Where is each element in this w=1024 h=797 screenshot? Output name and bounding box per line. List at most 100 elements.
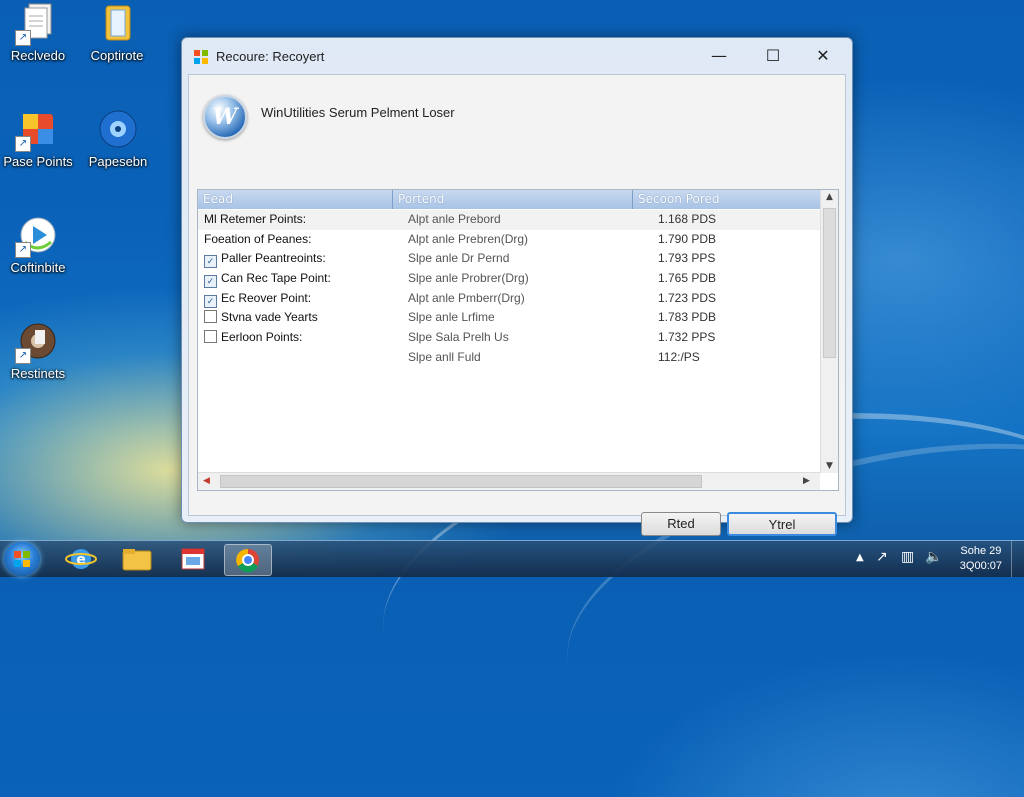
secondary-button[interactable]: Rted [641, 512, 721, 536]
vertical-scrollbar[interactable]: ▲ ▼ [820, 190, 838, 473]
taskbar-app-window[interactable] [170, 544, 216, 574]
minimize-button[interactable]: — [702, 44, 736, 68]
app-window: Recoure: Recoyert — ☐ ✕ W WinUtilities S… [181, 37, 853, 536]
row-name: Eerloon Points: [221, 330, 303, 345]
close-button[interactable]: ✕ [806, 44, 840, 68]
row-name: Ml Retemer Points: [204, 212, 307, 226]
shortcut-arrow-icon: ↗ [15, 348, 31, 364]
app-window-icon [194, 49, 208, 64]
vertical-scroll-thumb[interactable] [823, 208, 836, 358]
shortcut-arrow-icon: ↗ [15, 30, 31, 46]
document-icon: ↗ [15, 2, 59, 46]
clock-date: 3Q00:07 [959, 560, 1002, 572]
taskbar-file-explorer[interactable] [114, 544, 160, 574]
row-size: 112:/PS [658, 349, 700, 364]
column-header-type[interactable]: Portend [393, 190, 633, 209]
desktop-icon-pase-points[interactable]: ↗ Pase Points [0, 108, 78, 169]
desktop-icon-reclvedo[interactable]: ↗ Reclvedo [0, 2, 78, 63]
globe-disc-icon [97, 108, 139, 150]
row-size: 1.168 PDS [658, 212, 717, 226]
checkbox[interactable] [204, 330, 217, 344]
checkbox[interactable]: ✓ [204, 255, 217, 269]
chevron-up-icon[interactable]: ▲ [856, 552, 864, 563]
row-name-cell: ✓ Paller Peantreoints: [204, 249, 326, 269]
row-name: Ec Reover Point: [221, 290, 312, 305]
app-window-icon [181, 548, 205, 570]
network-icon[interactable]: ▥ [901, 549, 914, 565]
app-header: W WinUtilities Serum Pelment Loser [201, 87, 833, 139]
start-button[interactable] [4, 542, 40, 576]
desktop-icon-label: Reclvedo [10, 48, 66, 63]
scroll-left-arrow-icon[interactable]: ◀ [198, 476, 215, 486]
row-type: Alpt anle Pmberr(Drg) [408, 290, 525, 305]
table-row[interactable]: ✓ Ec Reover Point: Alpt anle Pmberr(Drg) … [198, 289, 820, 309]
desktop-icon-label: Restinets [10, 366, 66, 381]
table-row[interactable]: Ml Retemer Points: Alpt anle Prebord 1.1… [198, 210, 820, 230]
row-name-cell: Stvna vade Yearts [204, 308, 318, 328]
shortcut-arrow-icon: ↗ [15, 136, 31, 152]
desktop-icon-coftinbite[interactable]: ↗ Coftinbite [0, 214, 78, 275]
clock-time: Sohe 29 [960, 545, 1002, 557]
window-client-area: W WinUtilities Serum Pelment Loser Eead … [188, 74, 846, 536]
taskbar-chrome[interactable] [224, 544, 272, 576]
checkbox[interactable]: ✓ [204, 275, 217, 289]
shortcut-arrow-icon: ↗ [15, 242, 31, 258]
table-row[interactable]: Foeation of Peanes: Alpt anle Prebren(Dr… [198, 230, 820, 250]
window-title: Recoure: Recoyert [216, 49, 325, 64]
folder-icon [122, 549, 152, 571]
colorful-app-icon: ↗ [15, 108, 59, 152]
cursor-icon[interactable]: ↗ [876, 549, 888, 565]
horizontal-scrollbar[interactable]: ◀ ▶ [198, 472, 820, 490]
row-size: 1.765 PDB [658, 271, 717, 286]
row-type: Slpe anle Lrfime [408, 310, 495, 325]
maximize-button[interactable]: ☐ [756, 44, 790, 68]
desktop-icon-papesebn[interactable]: Papesebn [78, 108, 158, 169]
primary-button[interactable]: Ytrel [727, 512, 837, 536]
checkbox[interactable]: ✓ [204, 294, 217, 308]
row-name-cell: Eerloon Points: [204, 328, 302, 348]
app-logo-icon: W [203, 95, 247, 139]
row-name: Foeation of Peanes: [204, 231, 312, 246]
row-name: Paller Peantreoints: [221, 251, 326, 266]
row-type: Slpe Sala Prelh Us [408, 330, 509, 345]
table-row[interactable]: Slpe anll Fuld 112:/PS [198, 348, 820, 368]
restore-points-list[interactable]: Eead Portend Secoon Pored Ml Retemer Poi… [197, 189, 839, 491]
list-rows: Ml Retemer Points: Alpt anle Prebord 1.1… [198, 210, 820, 368]
desktop-icon-coptirote[interactable]: Coptirote [77, 2, 157, 63]
table-row[interactable]: ✓ Paller Peantreoints: Slpe anle Dr Pernd… [198, 249, 820, 269]
row-name-cell: ✓ Ec Reover Point: [204, 289, 311, 309]
column-header-name[interactable]: Eead [198, 190, 393, 209]
title-bar[interactable]: Recoure: Recoyert — ☐ ✕ [182, 38, 852, 74]
row-size: 1.790 PDB [658, 231, 717, 246]
table-row[interactable]: Eerloon Points: Slpe Sala Prelh Us 1.732… [198, 328, 820, 348]
volume-icon[interactable]: 🔈 [925, 549, 942, 565]
row-type: Slpe anle Dr Pernd [408, 251, 510, 266]
scroll-down-arrow-icon[interactable]: ▼ [821, 461, 838, 471]
scroll-up-arrow-icon[interactable]: ▲ [821, 192, 838, 202]
column-header-size[interactable]: Secoon Pored [633, 190, 820, 209]
media-player-icon: ↗ [15, 214, 59, 258]
system-clock[interactable]: Sohe 29 3Q00:07 [960, 544, 1002, 574]
row-name: Can Rec Tape Point: [221, 271, 331, 286]
row-size: 1.793 PPS [658, 251, 716, 266]
table-row[interactable]: ✓ Can Rec Tape Point: Slpe anle Probrer(D… [198, 269, 820, 289]
row-type: Alpt anle Prebren(Drg) [408, 231, 529, 246]
row-type: Slpe anll Fuld [408, 349, 481, 364]
desktop-icon-restinets[interactable]: ↗ Restinets [0, 320, 78, 381]
windows-logo-icon [14, 551, 30, 567]
taskbar: e ▲ ↗ ▥ 🔈 Sohe 29 3Q00:07 [0, 540, 1024, 577]
show-desktop-button[interactable] [1011, 541, 1024, 577]
checkbox[interactable] [204, 310, 217, 324]
desktop-icon-label: Pase Points [3, 154, 73, 169]
horizontal-scroll-thumb[interactable] [220, 475, 702, 488]
chrome-icon [236, 548, 259, 573]
taskbar-internet-explorer[interactable]: e [58, 544, 104, 574]
desktop-icon-label: Coptirote [90, 48, 144, 63]
scroll-right-arrow-icon[interactable]: ▶ [798, 476, 815, 486]
app-title: WinUtilities Serum Pelment Loser [261, 105, 455, 120]
row-type: Slpe anle Probrer(Drg) [408, 271, 529, 286]
row-size: 1.732 PPS [658, 330, 716, 345]
row-size: 1.723 PDS [658, 290, 717, 305]
table-row[interactable]: Stvna vade Yearts Slpe anle Lrfime 1.783… [198, 308, 820, 328]
desktop-icon-label: Coftinbite [10, 260, 66, 275]
